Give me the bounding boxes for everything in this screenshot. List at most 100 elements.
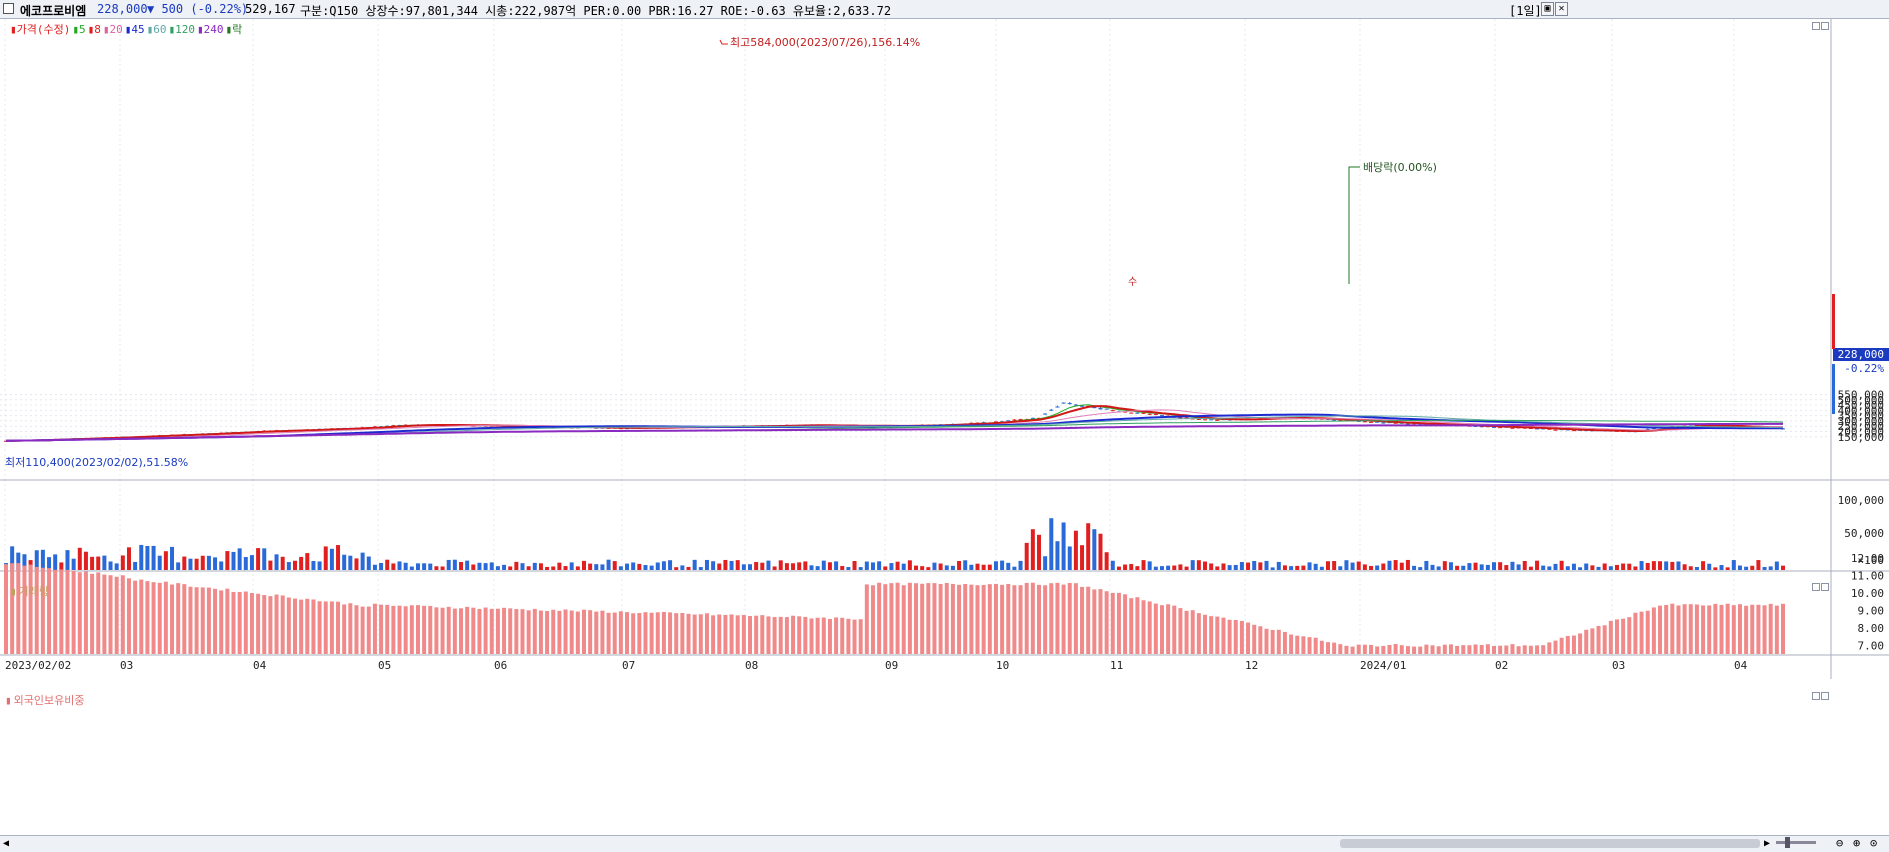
volume-bar (1467, 563, 1472, 570)
scroll-left-icon[interactable]: ◀ (3, 838, 9, 849)
stock-chart[interactable]: 550,000500,000450,000400,000350,000300,0… (0, 19, 1889, 835)
volume-bar (108, 561, 113, 570)
foreign-bar (10, 563, 15, 654)
volume-bar (791, 563, 796, 570)
legend-item[interactable]: ▮60 (147, 23, 167, 36)
volume-bar (268, 560, 273, 570)
volume-panel-minimize-icon[interactable] (1812, 583, 1820, 591)
zoom-out-icon[interactable]: ⊖ (1836, 836, 1843, 850)
volume-bar (840, 565, 845, 570)
volume-bar (1295, 565, 1300, 570)
foreign-bar (1639, 611, 1644, 654)
foreign-bar (342, 604, 347, 654)
foreign-bar (532, 608, 537, 654)
volume-bar (1405, 559, 1410, 570)
legend-item[interactable]: ▮8 (88, 23, 101, 36)
volume-bar (1547, 566, 1552, 570)
candle-body (1147, 413, 1152, 415)
volume-bar (932, 562, 937, 570)
foreign-bar (1461, 645, 1466, 654)
foreign-bar (391, 605, 396, 654)
legend-item[interactable]: ▮240 (197, 23, 224, 36)
zoom-slider-handle[interactable] (1785, 837, 1790, 848)
close-window-icon[interactable]: ✕ (1555, 2, 1568, 16)
foreign-bar (102, 574, 107, 654)
volume-bar (1664, 561, 1669, 570)
volume-bar (126, 547, 131, 570)
foreign-bar (987, 584, 992, 654)
foreign-bar (1393, 643, 1398, 654)
foreign-bar (1018, 585, 1023, 654)
stock-name[interactable]: 에코프로비엠 (20, 2, 86, 19)
foreign-bar (735, 615, 740, 654)
foreign-bar (213, 588, 218, 654)
foreign-bar (858, 619, 863, 654)
foreign-bar (1319, 640, 1324, 654)
volume-bar (1430, 564, 1435, 570)
scroll-thumb[interactable] (1340, 839, 1760, 848)
foreign-bar (1024, 582, 1029, 654)
foreign-bar (317, 601, 322, 654)
foreign-panel-close-icon[interactable] (1821, 692, 1829, 700)
volume-bar (987, 564, 992, 570)
volume-bar (748, 564, 753, 570)
foreign-bar (151, 582, 156, 654)
price-panel-minimize-icon[interactable] (1812, 22, 1820, 30)
volume-bar (1307, 562, 1312, 570)
foreign-bar (1190, 610, 1195, 654)
volume-bar (329, 548, 334, 570)
zoom-in-icon[interactable]: ⊕ (1853, 836, 1860, 850)
volume-bar (852, 561, 857, 570)
foreign-bar (502, 607, 507, 654)
volume-bar (1024, 542, 1029, 570)
price-panel-close-icon[interactable] (1821, 22, 1829, 30)
foreign-panel-minimize-icon[interactable] (1812, 692, 1820, 700)
foreign-bar (1055, 582, 1060, 654)
foreign-bar (1547, 642, 1552, 654)
legend-item[interactable]: ▮가격(수정) (10, 23, 70, 36)
foreign-bar (926, 583, 931, 654)
foreign-bar (403, 606, 408, 654)
foreign-bar (268, 596, 273, 654)
volume-panel-close-icon[interactable] (1821, 583, 1829, 591)
volume-bar (1682, 564, 1687, 570)
volume-bar (452, 559, 457, 570)
volume-bar (311, 561, 316, 570)
legend-item[interactable]: ▮120 (168, 23, 195, 36)
scroll-right-icon[interactable]: ▶ (1764, 838, 1770, 849)
volume-bar (1737, 565, 1742, 570)
volume-bar (1694, 566, 1699, 570)
volume-bar (1571, 563, 1576, 570)
foreign-bar (59, 569, 64, 654)
foreign-bar (176, 583, 181, 654)
restore-window-icon[interactable]: ▣ (1541, 2, 1554, 16)
foreign-bar (803, 616, 808, 654)
legend-item[interactable]: ▮45 (125, 23, 145, 36)
select-checkbox[interactable] (3, 3, 14, 14)
foreign-bar (1412, 646, 1417, 654)
foreign-bar (446, 606, 451, 654)
volume-bar (889, 563, 894, 570)
volume-bar (1049, 518, 1054, 570)
zoom-reset-icon[interactable]: ⊙ (1870, 836, 1877, 850)
foreign-bar (163, 581, 168, 654)
legend-item[interactable]: ▮20 (103, 23, 123, 36)
foreign-bar (883, 584, 888, 654)
period-button[interactable]: [1일] (1509, 2, 1542, 19)
foreign-bar (637, 613, 642, 654)
foreign-bar (170, 584, 175, 654)
legend-item[interactable]: ▮5 (72, 23, 85, 36)
foreign-bar (286, 597, 291, 654)
legend-item[interactable]: ▮락 (225, 23, 242, 36)
chart-scrollbar[interactable]: ◀ ▶ ⊖ ⊕ ⊙ (0, 835, 1889, 852)
foreign-bar (1227, 619, 1232, 654)
volume-bar (1344, 560, 1349, 570)
foreign-bar (1725, 603, 1730, 654)
foreign-bar (1061, 584, 1066, 654)
volume-bar (760, 562, 765, 570)
foreign-bar (1172, 605, 1177, 654)
volume-bar (1535, 560, 1540, 570)
foreign-bar (1608, 620, 1613, 654)
volume-bar (729, 560, 734, 570)
zoom-slider[interactable] (1776, 841, 1816, 844)
